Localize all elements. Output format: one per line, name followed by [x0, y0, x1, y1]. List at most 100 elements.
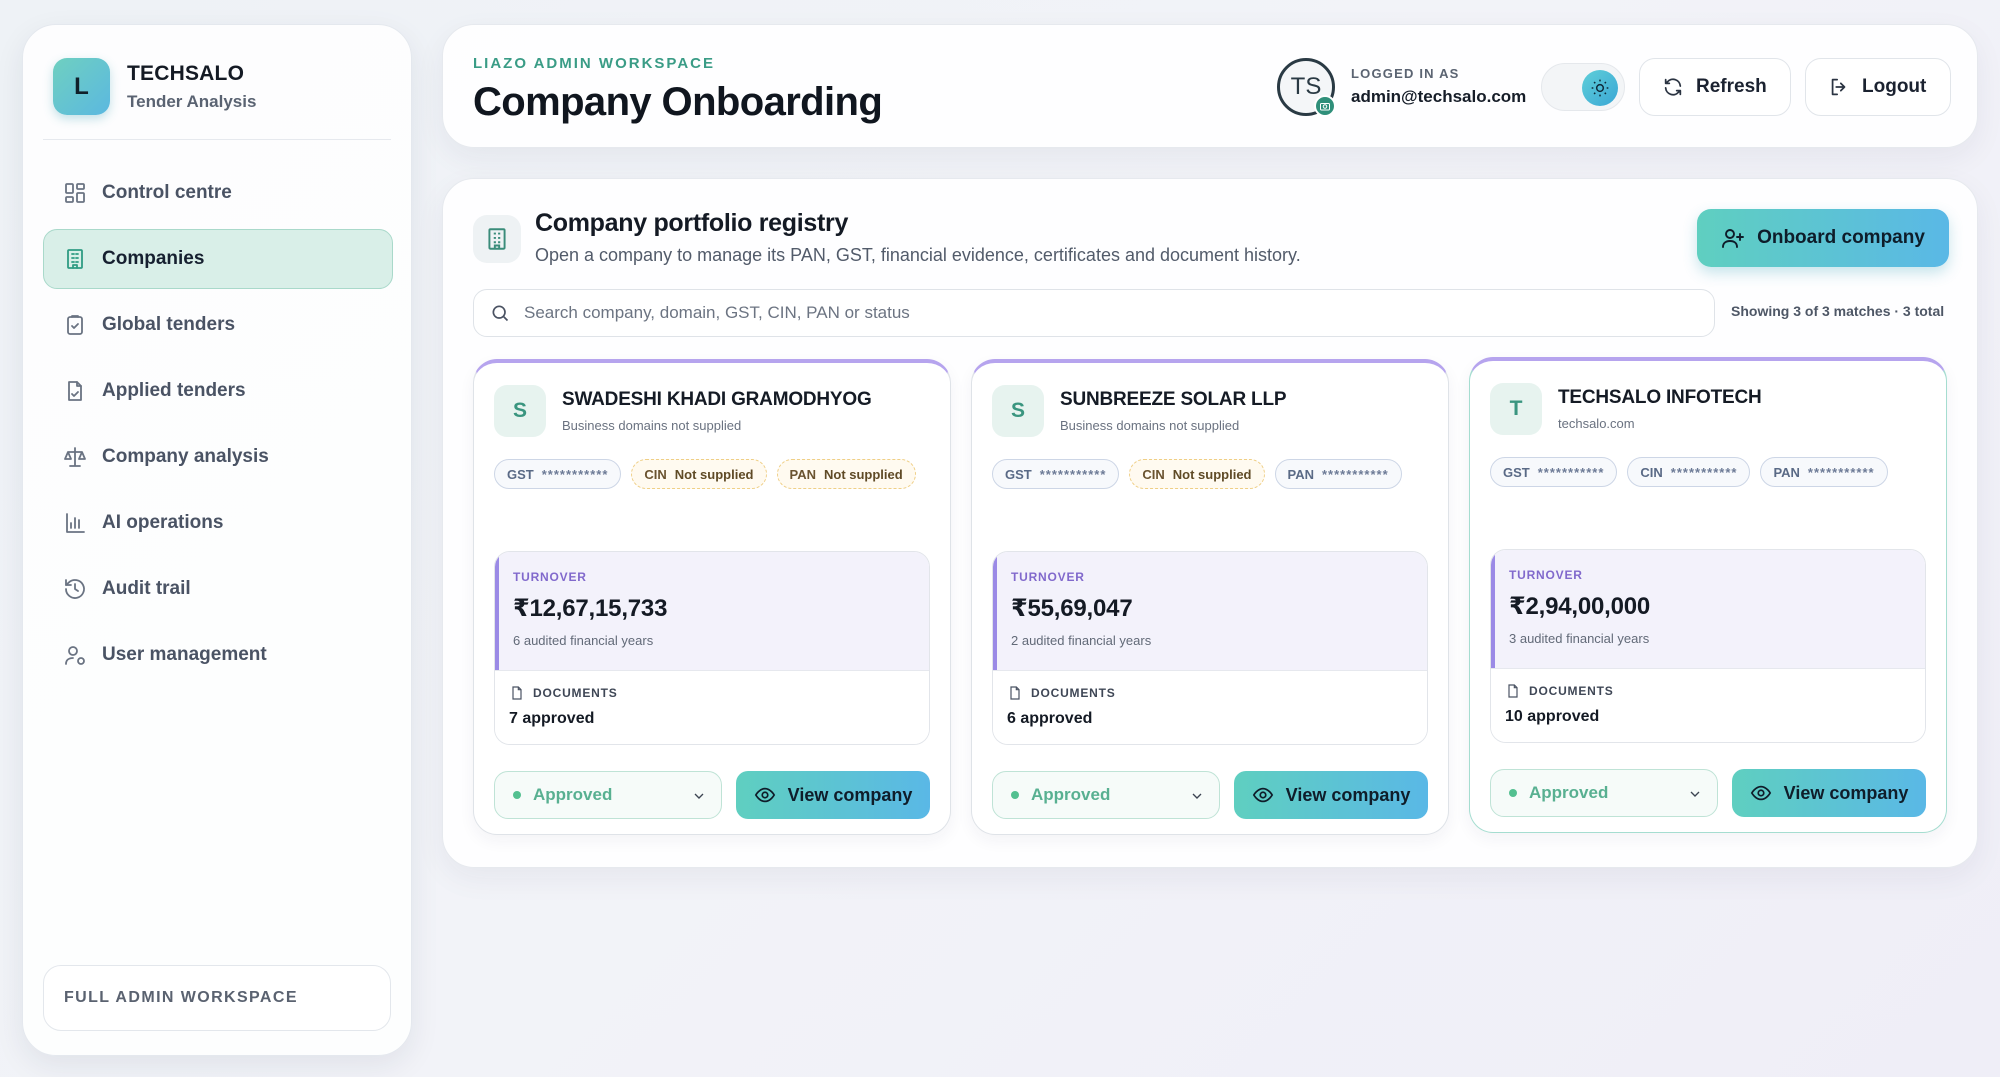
registration-tags: GST *********** CIN Not supplied PAN Not su… — [494, 459, 926, 489]
turnover-label: TURNOVER — [1011, 570, 1085, 584]
logged-in-label: LOGGED IN AS — [1351, 66, 1460, 81]
refresh-button[interactable]: Refresh — [1639, 58, 1791, 116]
documents-value: 10 approved — [1505, 708, 1600, 725]
logout-icon — [1831, 78, 1846, 96]
workspace-eyebrow: LIAZO ADMIN WORKSPACE — [473, 55, 715, 72]
financial-summary: TURNOVER ₹2,94,00,000 3 audited financia… — [1490, 549, 1926, 743]
company-avatar: S — [494, 385, 546, 437]
theme-toggle[interactable] — [1541, 63, 1625, 111]
sidebar-item-label: Audit trail — [102, 578, 191, 599]
company-name: SUNBREEZE SOLAR LLP — [1060, 389, 1287, 410]
chevron-down-icon — [1690, 791, 1700, 797]
sidebar-item-label: Control centre — [102, 182, 232, 203]
status-select[interactable]: Approved — [494, 771, 722, 819]
documents-value: 7 approved — [509, 710, 595, 727]
status-dot — [513, 791, 521, 799]
sidebar-item-label: Company analysis — [102, 446, 269, 467]
onboard-label: Onboard company — [1757, 227, 1925, 248]
brand[interactable]: L TECHSALO Tender Analysis — [53, 58, 256, 115]
sidebar-item-companies[interactable]: Companies — [43, 229, 393, 289]
history-icon — [62, 576, 88, 602]
registration-tags: GST *********** CIN Not supplied PAN ******… — [992, 459, 1412, 489]
file-icon — [62, 378, 88, 404]
eye-icon — [1750, 785, 1771, 801]
avatar[interactable]: TS — [1277, 58, 1336, 117]
view-company-button[interactable]: View company — [736, 771, 930, 819]
gst-tag: GST *********** — [992, 459, 1120, 489]
brand-logo: L — [53, 58, 110, 115]
company-avatar: S — [992, 385, 1044, 437]
documents-label: DOCUMENTS — [533, 686, 618, 700]
financial-summary: TURNOVER ₹12,67,15,733 6 audited financi… — [494, 551, 930, 745]
page-header: LIAZO ADMIN WORKSPACE Company Onboarding… — [442, 24, 1978, 148]
view-company-button[interactable]: View company — [1732, 769, 1926, 817]
status-select[interactable]: Approved — [1490, 769, 1718, 817]
search-box[interactable] — [473, 289, 1715, 337]
company-domain: techsalo.com — [1558, 416, 1635, 431]
company-card[interactable]: T TECHSALO INFOTECH techsalo.com GST ****… — [1469, 357, 1947, 833]
eye-icon — [1252, 787, 1273, 803]
building-icon — [473, 215, 521, 263]
cin-tag: CIN Not supplied — [1129, 459, 1265, 489]
document-icon — [512, 686, 522, 700]
status-value: Approved — [1031, 785, 1111, 804]
view-company-button[interactable]: View company — [1234, 771, 1428, 819]
search-icon — [492, 305, 509, 322]
company-name: TECHSALO INFOTECH — [1558, 387, 1762, 408]
documents-label: DOCUMENTS — [1031, 686, 1116, 700]
gst-tag: GST *********** — [1490, 457, 1618, 487]
documents-block: DOCUMENTS 7 approved — [495, 670, 929, 744]
sidebar-item-audit-trail[interactable]: Audit trail — [43, 559, 393, 619]
logout-button[interactable]: Logout — [1805, 58, 1951, 116]
camera-icon — [1314, 95, 1336, 117]
building-icon — [62, 246, 88, 272]
company-domain: Business domains not supplied — [1060, 418, 1240, 433]
company-card[interactable]: S SWADESHI KHADI GRAMODHYOG Business dom… — [473, 359, 951, 835]
match-count: Showing 3 of 3 matches · 3 total — [1731, 303, 1945, 319]
eye-icon — [754, 787, 775, 803]
status-dot — [1509, 789, 1517, 797]
refresh-label: Refresh — [1696, 76, 1767, 97]
dashboard-icon — [62, 180, 88, 206]
sidebar-item-applied-tenders[interactable]: Applied tenders — [43, 361, 393, 421]
cin-tag: CIN Not supplied — [631, 459, 767, 489]
sidebar: L TECHSALO Tender Analysis Control centr… — [22, 24, 412, 1056]
sidebar-item-label: Companies — [102, 248, 205, 269]
sidebar-item-label: User management — [102, 644, 267, 665]
page-title: Company Onboarding — [473, 80, 883, 124]
sidebar-item-global-tenders[interactable]: Global tenders — [43, 295, 393, 355]
sidebar-nav: Control centre Companies Global tenders … — [43, 163, 393, 691]
turnover-label: TURNOVER — [1509, 568, 1583, 582]
registration-tags: GST *********** CIN *********** PAN *******… — [1490, 457, 1898, 487]
clipboard-check-icon — [62, 312, 88, 338]
sidebar-item-label: Global tenders — [102, 314, 236, 335]
onboard-company-button[interactable]: Onboard company — [1697, 209, 1949, 267]
sidebar-item-user-management[interactable]: User management — [43, 625, 393, 685]
sidebar-item-ai-operations[interactable]: AI operations — [43, 493, 393, 553]
sidebar-item-label: AI operations — [102, 512, 224, 533]
chevron-down-icon — [1192, 793, 1202, 799]
company-card[interactable]: S SUNBREEZE SOLAR LLP Business domains n… — [971, 359, 1449, 835]
sidebar-item-control-centre[interactable]: Control centre — [43, 163, 393, 223]
view-company-label: View company — [1285, 784, 1411, 805]
sidebar-item-company-analysis[interactable]: Company analysis — [43, 427, 393, 487]
registry-subtitle: Open a company to manage its PAN, GST, f… — [535, 245, 1301, 265]
user-gear-icon — [62, 642, 88, 668]
search-input[interactable] — [524, 303, 1684, 323]
financial-summary: TURNOVER ₹55,69,047 2 audited financial … — [992, 551, 1428, 745]
document-icon — [1508, 684, 1518, 698]
brand-name: TECHSALO — [127, 61, 245, 85]
divider — [43, 139, 391, 140]
turnover-value: ₹2,94,00,000 — [1509, 593, 1651, 620]
document-icon — [1010, 686, 1020, 700]
company-name: SWADESHI KHADI GRAMODHYOG — [562, 389, 872, 410]
status-select[interactable]: Approved — [992, 771, 1220, 819]
cin-tag: CIN *********** — [1627, 457, 1751, 487]
sidebar-item-label: Applied tenders — [102, 380, 246, 401]
documents-block: DOCUMENTS 6 approved — [993, 670, 1427, 744]
company-registry-panel: Company portfolio registry Open a compan… — [442, 178, 1978, 868]
status-value: Approved — [533, 785, 613, 804]
pan-tag: PAN *********** — [1274, 459, 1402, 489]
turnover-block: TURNOVER ₹55,69,047 2 audited financial … — [993, 552, 1427, 670]
view-company-label: View company — [787, 784, 913, 805]
